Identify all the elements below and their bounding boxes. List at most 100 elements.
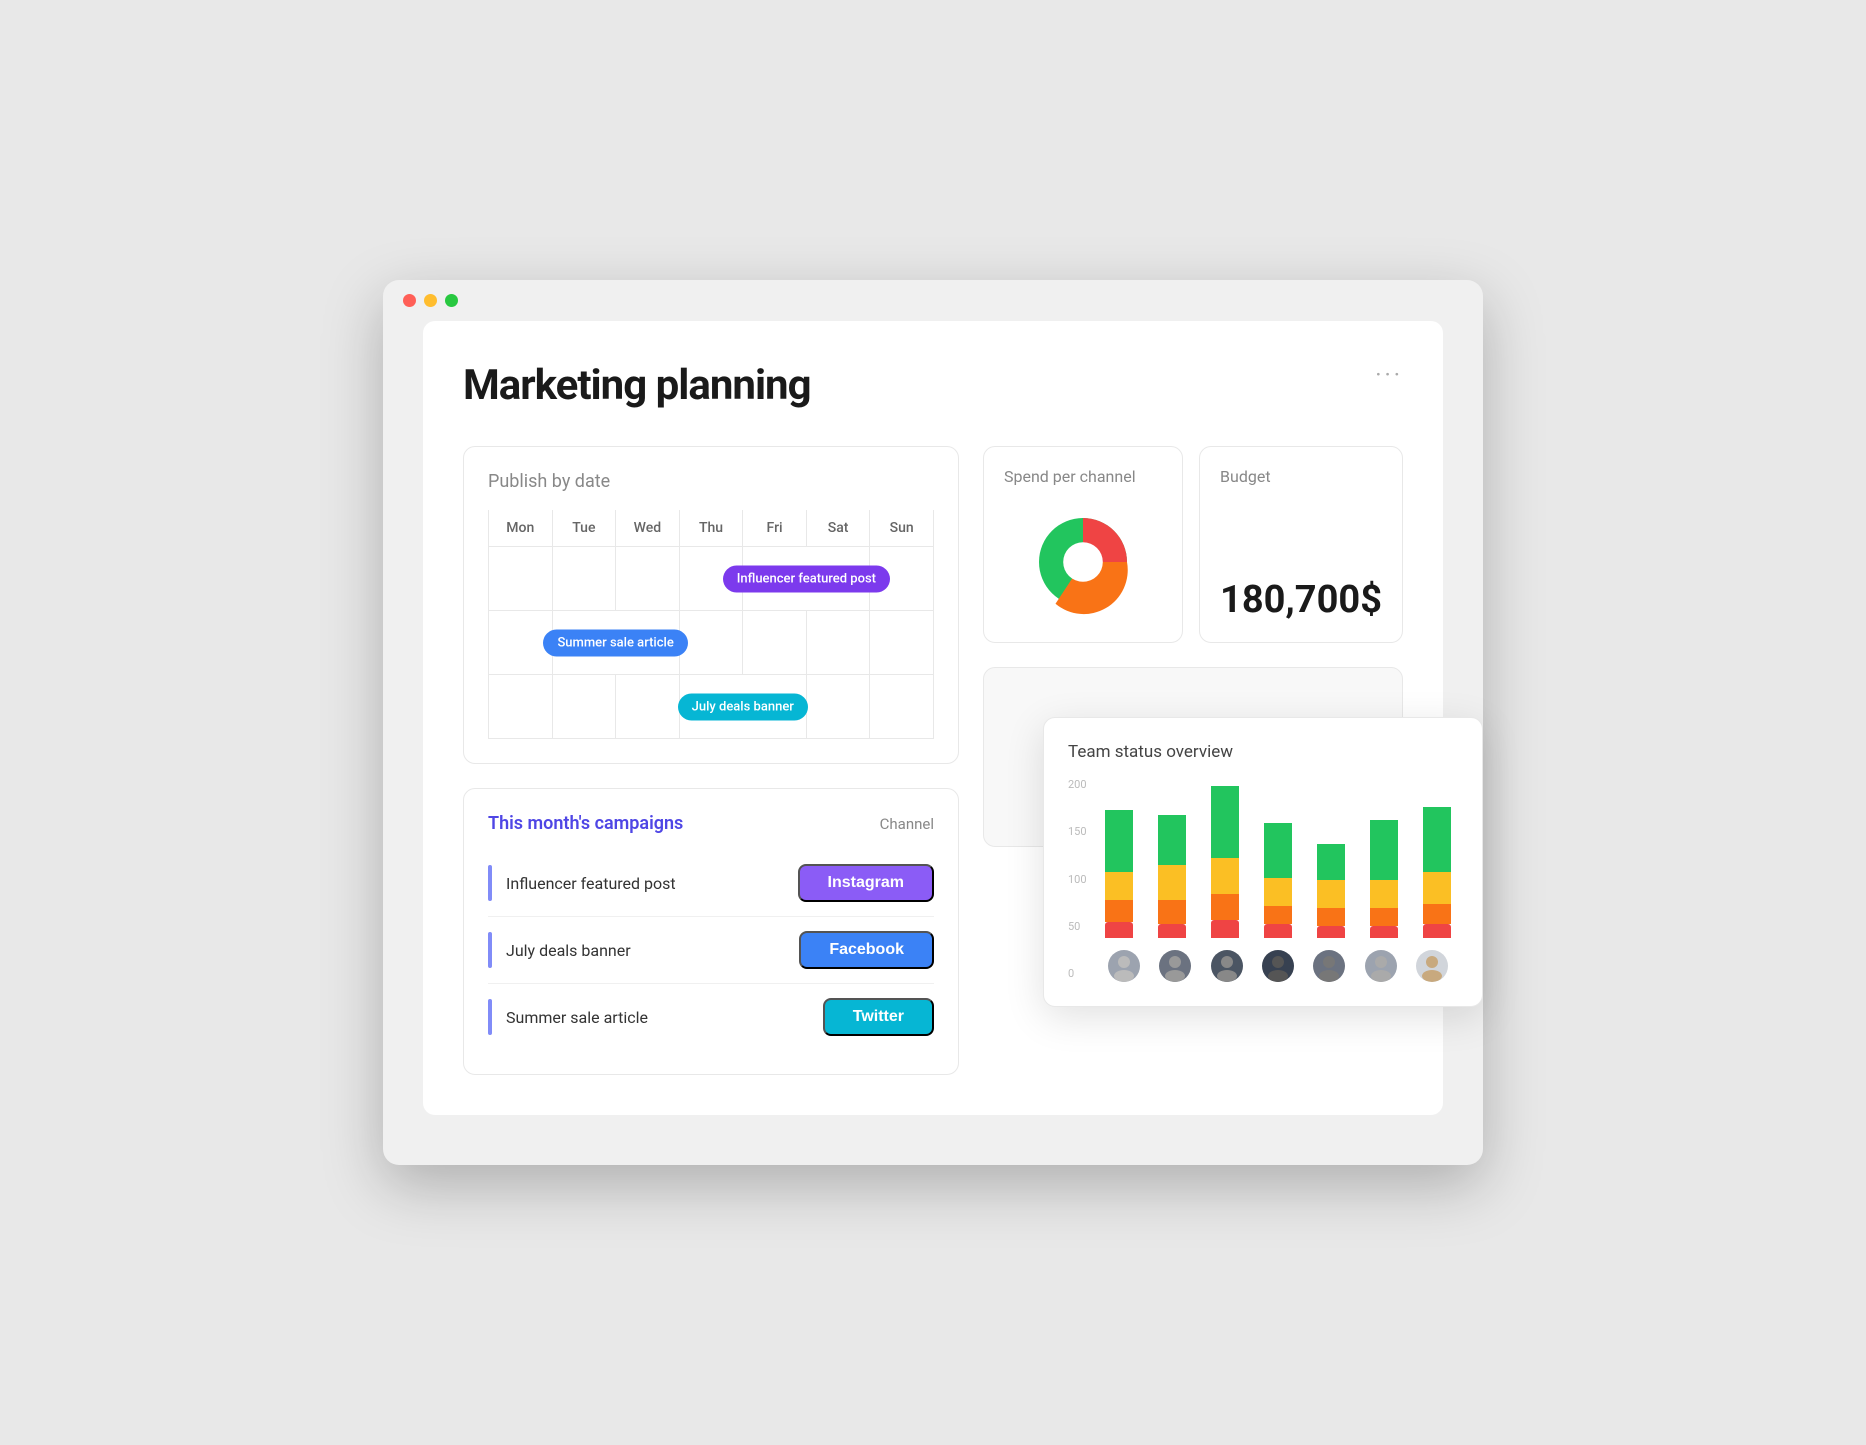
avatars-row (1068, 950, 1458, 982)
avatar-4 (1262, 950, 1294, 982)
bar-seg-orange (1317, 908, 1345, 926)
pie-center (1063, 542, 1103, 582)
bar-seg-green (1105, 810, 1133, 872)
bar-seg-red (1423, 924, 1451, 938)
campaign-item-july: July deals banner Facebook (488, 917, 934, 984)
bar-seg-orange (1370, 908, 1398, 926)
campaign-bar (488, 865, 492, 901)
bar-seg-yellow (1105, 872, 1133, 900)
bar-group-2 (1151, 815, 1192, 938)
budget-value: 180,700$ (1220, 578, 1382, 622)
cal-row-1: Influencer featured post (488, 547, 934, 611)
cal-cell (807, 675, 871, 739)
campaign-left: July deals banner (488, 932, 631, 968)
bar-seg-green (1211, 786, 1239, 858)
avatar-1 (1108, 950, 1140, 982)
event-summer-sale[interactable]: Summer sale article (543, 629, 687, 656)
instagram-badge[interactable]: Instagram (798, 864, 934, 902)
event-influencer[interactable]: Influencer featured post (723, 565, 890, 592)
avatar-3 (1211, 950, 1243, 982)
maximize-dot[interactable] (445, 294, 458, 307)
event-july-deals[interactable]: July deals banner (678, 693, 808, 720)
cal-header-sun: Sun (870, 510, 934, 547)
bar-seg-orange (1264, 906, 1292, 924)
cal-cell (553, 547, 617, 611)
content-area: Marketing planning ··· Publish by date M… (423, 321, 1443, 1115)
cal-row-2: Summer sale article (488, 611, 934, 675)
bar-group-4 (1257, 823, 1298, 938)
campaigns-title: This month's campaigns (488, 813, 683, 834)
team-title: Team status overview (1068, 742, 1458, 762)
cal-row-3: July deals banner (488, 675, 934, 739)
cal-cell (489, 675, 553, 739)
bar-group-7 (1417, 807, 1458, 938)
bar-seg-green (1264, 823, 1292, 878)
cal-cell (616, 675, 680, 739)
bar-seg-orange (1158, 900, 1186, 924)
page-header: Marketing planning ··· (463, 361, 1403, 410)
campaign-name: July deals banner (506, 941, 631, 960)
campaign-left: Summer sale article (488, 999, 648, 1035)
cal-cell-event: Summer sale article (553, 611, 680, 675)
bar-seg-red (1158, 924, 1186, 938)
spend-card: Spend per channel (983, 446, 1183, 643)
calendar-headers: Mon Tue Wed Thu Fri Sat Sun (488, 510, 934, 547)
pie-chart (1004, 502, 1162, 622)
y-label: 0 (1068, 967, 1087, 980)
bar-group-3 (1204, 786, 1245, 938)
titlebar (383, 280, 1483, 321)
calendar-title: Publish by date (488, 471, 934, 492)
bar-seg-green (1370, 820, 1398, 880)
campaign-name: Summer sale article (506, 1008, 648, 1027)
cal-header-fri: Fri (743, 510, 807, 547)
campaigns-header: This month's campaigns Channel (488, 813, 934, 834)
more-options-button[interactable]: ··· (1375, 361, 1403, 389)
minimize-dot[interactable] (424, 294, 437, 307)
bar-seg-red (1211, 920, 1239, 938)
campaign-bar (488, 999, 492, 1035)
facebook-badge[interactable]: Facebook (799, 931, 934, 969)
cal-cell-event: Influencer featured post (743, 547, 870, 611)
bar-seg-yellow (1370, 880, 1398, 908)
bar-seg-yellow (1158, 865, 1186, 900)
avatar-2 (1159, 950, 1191, 982)
bar-seg-orange (1211, 894, 1239, 920)
cal-cell (807, 611, 871, 675)
content-grid: Publish by date Mon Tue Wed Thu Fri Sat … (463, 446, 1403, 1075)
cal-header-tue: Tue (553, 510, 617, 547)
top-right-cards: Spend per channel (983, 446, 1403, 643)
campaign-item-influencer: Influencer featured post Instagram (488, 850, 934, 917)
bar-chart (1068, 778, 1458, 938)
cal-cell (870, 611, 934, 675)
channel-header-label: Channel (880, 815, 934, 833)
campaign-name: Influencer featured post (506, 874, 676, 893)
budget-title: Budget (1220, 467, 1382, 486)
campaign-bar (488, 932, 492, 968)
campaign-item-summer: Summer sale article Twitter (488, 984, 934, 1050)
bar-seg-orange (1105, 900, 1133, 922)
cal-cell (553, 675, 617, 739)
cal-header-sat: Sat (807, 510, 871, 547)
bar-seg-green (1317, 844, 1345, 880)
main-window: Marketing planning ··· Publish by date M… (383, 280, 1483, 1165)
bar-seg-yellow (1317, 880, 1345, 908)
chart-area: 200 150 100 50 0 (1068, 778, 1458, 982)
bar-seg-red (1264, 924, 1292, 938)
cal-header-wed: Wed (616, 510, 680, 547)
team-status-card: Team status overview 200 150 100 50 0 (1043, 717, 1483, 1007)
cal-cell (616, 547, 680, 611)
twitter-badge[interactable]: Twitter (823, 998, 934, 1036)
right-column: Spend per channel (983, 446, 1403, 1075)
bar-seg-orange (1423, 904, 1451, 924)
campaigns-card: This month's campaigns Channel Influence… (463, 788, 959, 1075)
bar-seg-yellow (1264, 878, 1292, 906)
avatar-6 (1365, 950, 1397, 982)
page-title: Marketing planning (463, 361, 811, 410)
bar-seg-yellow (1211, 858, 1239, 894)
bar-seg-red (1105, 922, 1133, 938)
cal-cell (489, 547, 553, 611)
close-dot[interactable] (403, 294, 416, 307)
cal-header-mon: Mon (489, 510, 553, 547)
budget-card: Budget 180,700$ (1199, 446, 1403, 643)
cal-header-thu: Thu (680, 510, 744, 547)
